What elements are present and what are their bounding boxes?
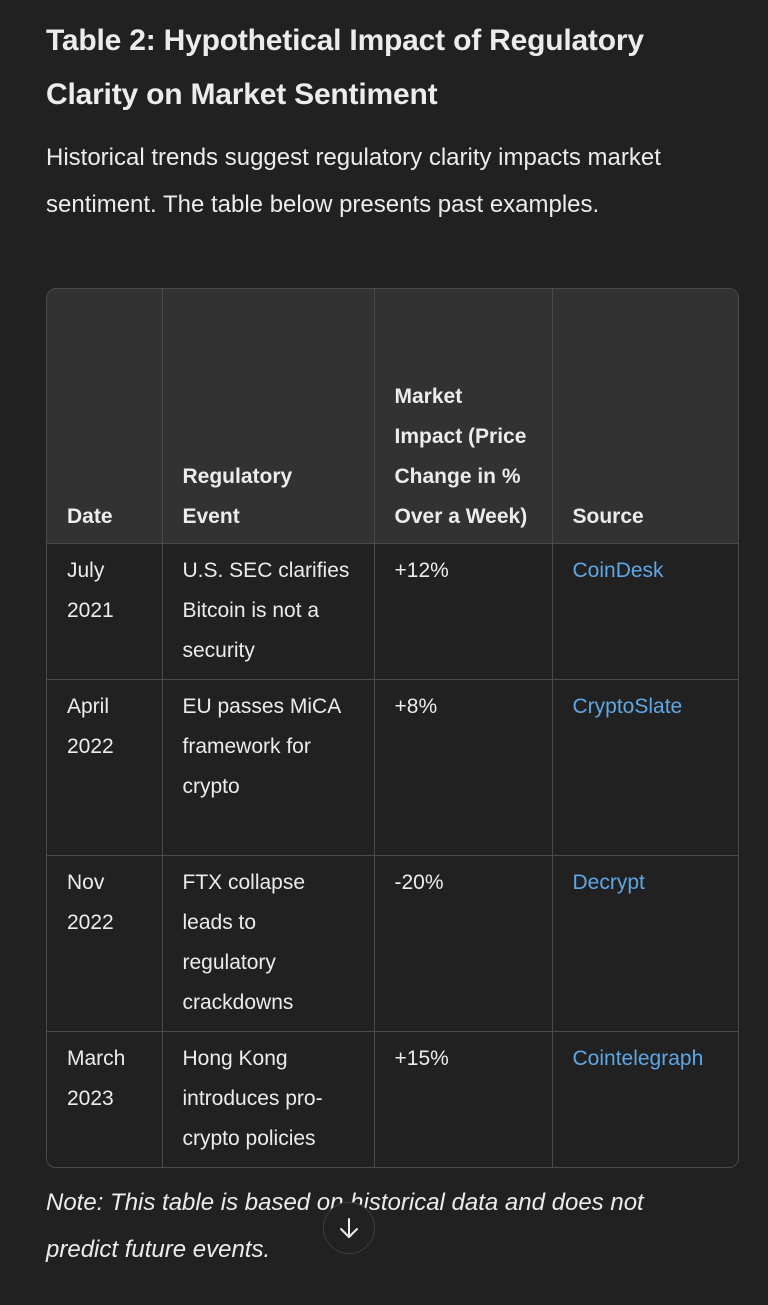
cell-impact: +8% — [374, 679, 553, 856]
cell-event: FTX collapse leads to regulatory crackdo… — [162, 855, 375, 1032]
intro-paragraph: Historical trends suggest regulatory cla… — [46, 144, 661, 218]
table-row: Nov 2022 FTX collapse leads to regulator… — [47, 855, 738, 1032]
column-header-date: Date — [47, 289, 163, 544]
cell-event: EU passes MiCA framework for crypto — [162, 679, 375, 856]
table-row: March 2023 Hong Kong introduces pro-cryp… — [47, 1031, 738, 1167]
arrow-down-icon — [340, 1218, 358, 1238]
cell-source: Decrypt — [552, 855, 738, 1032]
cell-event: U.S. SEC clarifies Bitcoin is not a secu… — [162, 543, 375, 680]
cell-source: CoinDesk — [552, 543, 738, 680]
cell-date: April 2022 — [47, 679, 163, 856]
source-link[interactable]: CryptoSlate — [573, 695, 683, 718]
column-header-source: Source — [552, 289, 738, 544]
cell-date: July 2021 — [47, 543, 163, 680]
cell-date: Nov 2022 — [47, 855, 163, 1032]
scroll-to-bottom-button[interactable] — [323, 1202, 375, 1254]
cell-date: March 2023 — [47, 1031, 163, 1167]
cell-source: Cointelegraph — [552, 1031, 738, 1167]
impact-table: Date Regulatory Event Market Impact (Pri… — [47, 289, 738, 1167]
source-link[interactable]: CoinDesk — [573, 559, 664, 582]
table-title: Table 2: Hypothetical Impact of Regulato… — [46, 24, 644, 111]
source-link[interactable]: Decrypt — [573, 871, 645, 894]
impact-table-container: Date Regulatory Event Market Impact (Pri… — [46, 288, 739, 1168]
column-header-regulatory-event: Regulatory Event — [162, 289, 375, 544]
message-content: Table 2: Hypothetical Impact of Regulato… — [46, 14, 738, 228]
cell-source: CryptoSlate — [552, 679, 738, 856]
source-link[interactable]: Cointelegraph — [573, 1047, 704, 1070]
cell-impact: +12% — [374, 543, 553, 680]
table-header-row: Date Regulatory Event Market Impact (Pri… — [47, 289, 738, 544]
column-header-market-impact: Market Impact (Price Change in % Over a … — [374, 289, 553, 544]
cell-impact: -20% — [374, 855, 553, 1032]
table-note: Note: This table is based on historical … — [46, 1189, 644, 1263]
table-row: July 2021 U.S. SEC clarifies Bitcoin is … — [47, 543, 738, 680]
cell-event: Hong Kong introduces pro-crypto policies — [162, 1031, 375, 1167]
table-row: April 2022 EU passes MiCA framework for … — [47, 679, 738, 856]
cell-impact: +15% — [374, 1031, 553, 1167]
